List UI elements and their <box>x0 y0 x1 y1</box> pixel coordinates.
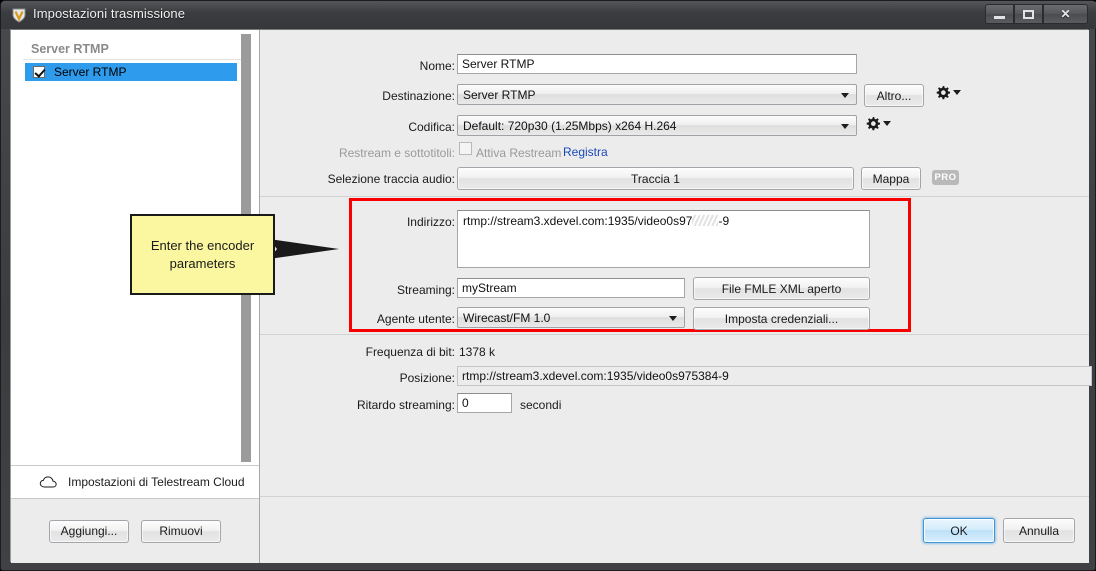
destination-value: Server RTMP <box>463 88 536 102</box>
telestream-cloud-settings-row[interactable]: Impostazioni di Telestream Cloud <box>11 465 259 499</box>
address-textarea[interactable]: rtmp://stream3.xdevel.com:1935/video0s97… <box>457 210 870 268</box>
callout-pointer <box>269 239 339 259</box>
title-bar[interactable]: Impostazioni trasmissione ✕ <box>1 1 1096 29</box>
sidebar-item-server-rtmp[interactable]: Server RTMP <box>25 63 237 81</box>
address-label: Indirizzo: <box>406 215 455 229</box>
footer-separator <box>260 496 1089 497</box>
position-label: Posizione: <box>399 371 455 385</box>
register-link[interactable]: Registra <box>563 145 608 159</box>
user-agent-label: Agente utente: <box>376 312 455 326</box>
wirecast-shield-icon <box>12 8 26 23</box>
minimize-button[interactable] <box>985 4 1014 24</box>
stream-delay-label: Ritardo streaming: <box>356 398 455 412</box>
chevron-down-icon <box>669 315 677 321</box>
map-button[interactable]: Mappa <box>861 167 921 190</box>
sidebar-group-header: Server RTMP <box>31 42 109 56</box>
destination-select[interactable]: Server RTMP <box>457 84 857 105</box>
redacted-text <box>692 215 719 226</box>
chevron-down-icon <box>841 92 849 98</box>
encoding-label: Codifica: <box>408 120 455 134</box>
sidebar-item-label: Server RTMP <box>54 65 127 79</box>
section-separator-top <box>260 196 1089 197</box>
audio-track-label: Selezione traccia audio: <box>327 172 455 186</box>
sidebar-divider <box>23 59 247 60</box>
user-agent-select[interactable]: Wirecast/FM 1.0 <box>457 307 685 328</box>
section-separator-bottom <box>260 334 1089 335</box>
more-destination-button[interactable]: Altro... <box>864 84 924 107</box>
dialog-window: Impostazioni trasmissione ✕ Server RTMP … <box>0 0 1096 571</box>
destination-gear-dropdown[interactable] <box>934 84 961 102</box>
add-button[interactable]: Aggiungi... <box>49 519 129 543</box>
position-field: rtmp://stream3.xdevel.com:1935/video0s97… <box>457 366 1092 386</box>
encoding-select[interactable]: Default: 720p30 (1.25Mbps) x264 H.264 <box>457 115 857 136</box>
open-fmle-xml-button[interactable]: File FMLE XML aperto <box>693 277 870 300</box>
chevron-down-icon <box>841 123 849 129</box>
stream-delay-unit: secondi <box>520 398 562 412</box>
sidebar: Server RTMP Server RTMP Impostazioni di … <box>11 30 260 563</box>
sidebar-action-buttons: Aggiungi... Rimuovi <box>11 499 259 563</box>
stream-delay-input[interactable]: 0 <box>457 393 512 413</box>
user-agent-value: Wirecast/FM 1.0 <box>463 311 551 325</box>
restream-label: Restream e sottotitoli: <box>338 146 455 160</box>
encoding-value: Default: 720p30 (1.25Mbps) x264 H.264 <box>463 119 677 133</box>
bitrate-value: 1378 k <box>459 345 496 359</box>
telestream-cloud-label: Impostazioni di Telestream Cloud <box>68 475 245 489</box>
cancel-button[interactable]: Annulla <box>1003 518 1075 543</box>
pro-badge: PRO <box>932 170 959 185</box>
annotation-callout-text: Enter the encoder parameters <box>150 237 255 271</box>
window-title: Impostazioni trasmissione <box>33 6 186 21</box>
set-credentials-button[interactable]: Imposta credenziali... <box>693 307 870 330</box>
destination-label: Destinazione: <box>382 89 455 103</box>
checkbox-icon[interactable] <box>33 66 45 78</box>
remove-button[interactable]: Rimuovi <box>141 519 221 543</box>
maximize-button[interactable] <box>1014 4 1043 24</box>
close-button[interactable]: ✕ <box>1043 4 1088 24</box>
audio-track-button[interactable]: Traccia 1 <box>457 167 854 190</box>
settings-panel: Nome: Server RTMP Destinazione: Server R… <box>260 30 1092 563</box>
name-input[interactable]: Server RTMP <box>457 54 857 74</box>
bitrate-label: Frequenza di bit: <box>365 345 455 359</box>
stream-label: Streaming: <box>396 283 455 297</box>
ok-button[interactable]: OK <box>923 518 995 543</box>
cloud-icon <box>39 476 57 488</box>
address-value-suffix: -9 <box>718 214 730 228</box>
address-value-prefix: rtmp://stream3.xdevel.com:1935/video0s97 <box>463 214 693 228</box>
encoding-gear-dropdown[interactable] <box>864 115 891 133</box>
annotation-callout: Enter the encoder parameters <box>130 214 275 295</box>
name-label: Nome: <box>419 59 455 73</box>
stream-input[interactable]: myStream <box>457 278 685 298</box>
dialog-client-area: Server RTMP Server RTMP Impostazioni di … <box>10 29 1092 563</box>
restream-checkbox[interactable] <box>459 142 472 155</box>
